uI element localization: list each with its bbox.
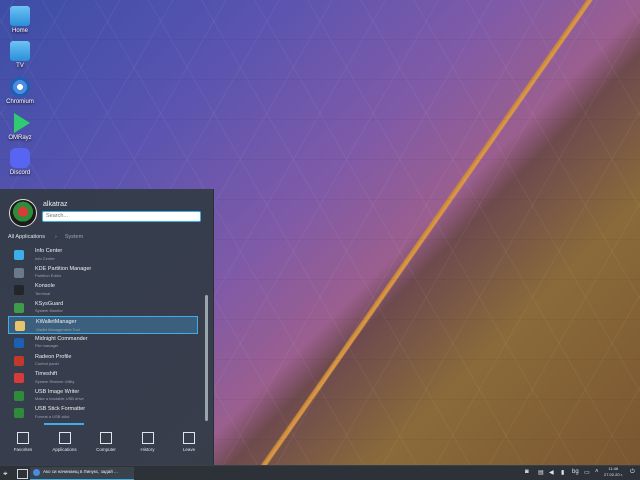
play-icon [14,113,30,133]
app-list: Info Center Info Center KDE Partition Mana… [8,246,198,422]
app-row[interactable]: Konsole Terminal [8,281,198,299]
show-desktop-button[interactable] [17,469,28,479]
taskbar: ⌖ Ако си начинаещ в Линукс, задай ... ◙ … [0,465,640,480]
avatar[interactable] [9,199,37,227]
app-list-scrollbar[interactable] [205,295,208,421]
volume-icon[interactable]: ◀ [549,469,554,476]
discord-icon [10,148,30,168]
app-description: Control panel [35,361,59,367]
app-icon [15,321,25,332]
chromium-icon [33,469,40,476]
app-name: Radeon Profile [35,353,72,360]
folder-icon [10,41,30,61]
breadcrumb-current[interactable]: System [65,234,83,240]
app-icon [14,267,24,278]
launcher-nav: Favorites Applications Computer History Leav… [0,426,213,458]
nav-favorites[interactable]: Favorites [2,426,44,452]
clipboard-icon[interactable]: ▤ [538,469,544,476]
app-name: KWalletManager [36,319,77,326]
app-icon [14,408,24,419]
app-row[interactable]: Radeon Profile Control panel [8,352,198,370]
app-name: KDE Partition Manager [35,265,92,272]
app-row[interactable]: KDE Partition Manager Partition Editor [8,264,198,282]
launcher-button[interactable]: ⌖ [3,469,12,478]
breadcrumb-all-applications[interactable]: All Applications [8,234,45,240]
app-description: Info Center [35,255,55,261]
app-row[interactable]: KWalletManager Wallet Management Tool [8,316,198,334]
breadcrumb: All Applications › System [8,234,83,240]
app-description: Terminal [35,290,51,296]
app-name: KSysGuard [35,300,64,307]
bookmark-icon [17,432,29,444]
app-icon [14,250,24,260]
clock-icon [141,432,154,444]
app-name: Konsole [35,283,55,290]
app-row[interactable]: Midnight Commander File manager [8,334,198,352]
battery-icon[interactable]: ▮ [561,469,564,476]
desktop-icon-discord[interactable]: Discord [2,148,38,176]
app-name: Midnight Commander [35,335,88,342]
nav-history[interactable]: History [127,426,169,452]
leave-icon [183,432,195,444]
app-name: USB Stick Formatter [35,406,86,413]
app-icon [14,373,24,384]
desktop-icon-tv[interactable]: TV [2,41,38,69]
app-description: System Monitor [35,308,63,314]
keyboard-layout[interactable]: bg [572,469,579,475]
app-description: Make a bootable USB drive [35,396,84,402]
app-row[interactable]: KSysGuard System Monitor [8,299,198,317]
app-description: File manager [35,343,59,349]
app-icon [14,285,24,296]
nav-computer[interactable]: Computer [85,426,127,452]
app-name: Info Center [35,248,63,254]
app-description: Format a USB stick [35,413,70,419]
chromium-icon [10,77,30,97]
kde-icon: ⌖ [3,469,8,478]
folder-home-icon [10,6,30,26]
monitor-icon [100,432,112,444]
nav-leave[interactable]: Leave [168,426,210,452]
nav-active-indicator [44,423,84,425]
app-icon [14,390,24,401]
chevron-right-icon: › [55,234,57,240]
app-row[interactable]: USB Stick Formatter Format a USB stick [8,404,198,422]
app-name: USB Image Writer [35,388,80,395]
app-description: Wallet Management Tool [36,326,80,332]
task-button[interactable]: Ако си начинаещ в Линукс, задай ... [30,467,134,480]
app-row[interactable]: USB Image Writer Make a bootable USB driv… [8,387,198,405]
app-icon [14,337,24,348]
desktop-icon-omrayz[interactable]: OMRayz [2,113,38,141]
discord-tray-icon[interactable]: ◙ [525,469,529,475]
username-label: alkatraz [43,201,68,208]
app-row[interactable]: Timeshift System Restore Utility [8,369,198,387]
search-input[interactable] [42,211,201,222]
power-icon[interactable]: ⏻ [630,469,635,476]
grid-icon [58,432,71,444]
desktop-icon-home[interactable]: Home [2,6,38,34]
app-description: Partition Editor [35,273,62,279]
nav-applications[interactable]: Applications [44,426,86,452]
app-name: Timeshift [35,371,58,378]
network-icon[interactable]: ▭ [584,469,590,476]
app-icon [14,302,24,313]
clock[interactable]: 11:46 27.02.20 г. [604,466,623,478]
desktop-icon-chromium[interactable]: Chromium [2,77,38,105]
app-row[interactable]: Info Center Info Center [8,246,198,264]
tray-expand-icon[interactable]: ˄ [595,469,599,475]
app-icon [14,355,24,366]
app-description: System Restore Utility [35,378,75,384]
